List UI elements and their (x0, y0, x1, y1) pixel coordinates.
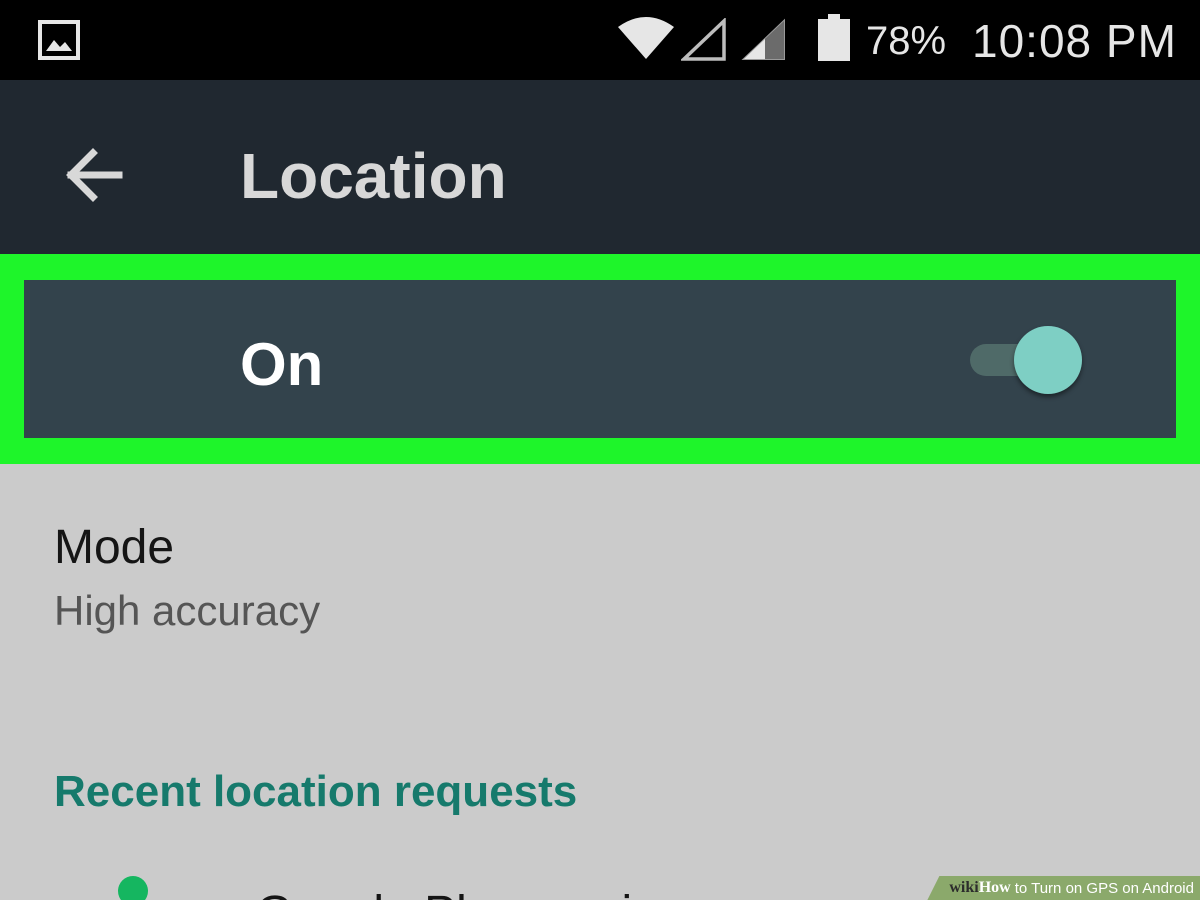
wikihow-caption: wiki How to Turn on GPS on Android (927, 876, 1200, 900)
mode-title: Mode (54, 521, 175, 574)
location-settings-screen: 78% 10:08 PM Location On Mode High accur… (0, 0, 1200, 900)
page-title: Location (240, 140, 507, 212)
recent-requests-header: Recent location requests (54, 767, 578, 816)
switch-label: On (240, 331, 324, 398)
back-button[interactable] (50, 130, 140, 220)
gallery-icon (38, 20, 80, 60)
app-bar: Location (0, 80, 1200, 254)
location-pin-icon (118, 876, 148, 900)
location-master-switch[interactable]: On (24, 280, 1176, 438)
signal-partial-icon (741, 18, 785, 60)
wifi-icon (618, 17, 674, 59)
caption-brand-wiki: wiki (949, 879, 979, 896)
mode-setting[interactable]: Mode High accuracy (0, 490, 1200, 660)
status-bar: 78% 10:08 PM (0, 0, 1200, 80)
battery-percentage: 78% (866, 19, 947, 63)
mode-summary: High accuracy (54, 587, 321, 634)
request-app-name: Google Play services (256, 886, 707, 900)
arrow-back-icon (66, 148, 123, 202)
toggle-thumb (1014, 326, 1082, 394)
caption-brand-how: How (978, 879, 1011, 896)
location-toggle[interactable] (968, 322, 1084, 398)
signal-empty-icon (681, 18, 726, 61)
battery-icon (818, 14, 850, 61)
status-clock: 10:08 PM (972, 15, 1177, 67)
caption-text: to Turn on GPS on Android (1014, 879, 1194, 897)
